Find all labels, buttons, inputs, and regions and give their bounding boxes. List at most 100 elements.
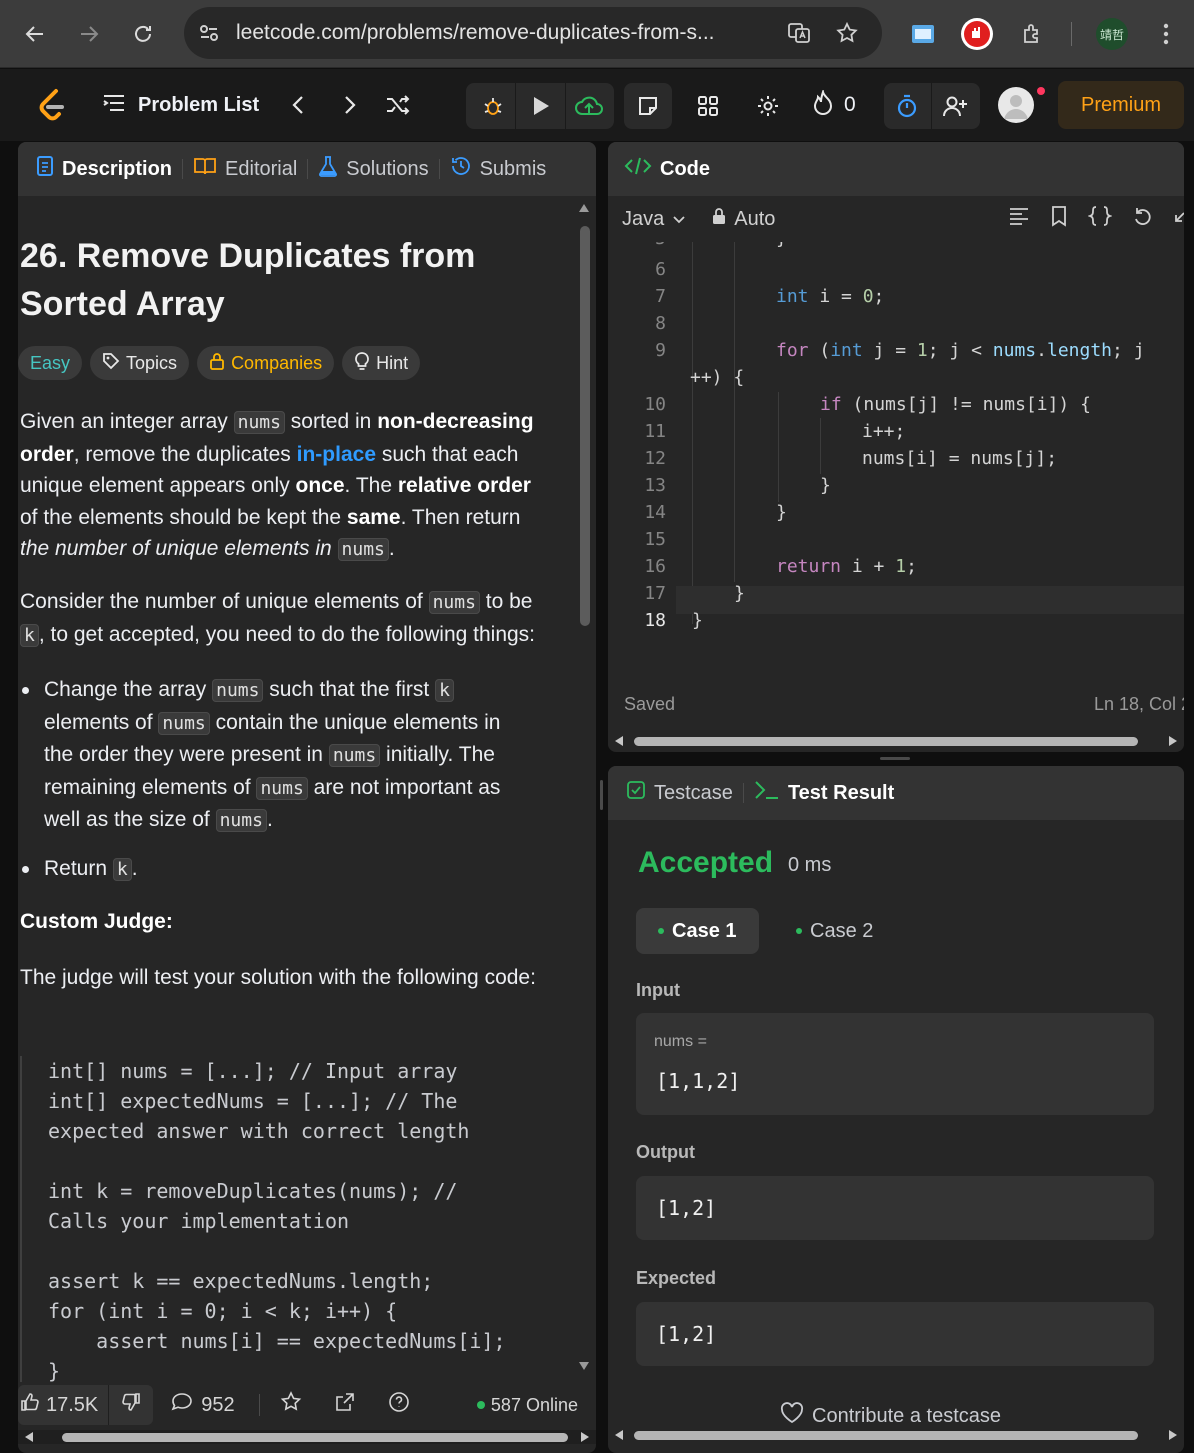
- format-icon[interactable]: [1008, 206, 1030, 232]
- comments-count: 952: [201, 1393, 235, 1416]
- language-select[interactable]: Java: [622, 208, 686, 231]
- extensions-puzzle-icon[interactable]: [1013, 14, 1053, 54]
- translate-icon[interactable]: [782, 16, 816, 50]
- line-number: 11: [644, 421, 666, 442]
- site-settings-icon[interactable]: [192, 16, 226, 50]
- list-icon: [102, 93, 126, 118]
- code-line: return i + 1;: [776, 556, 917, 577]
- hint-label: Hint: [376, 352, 409, 373]
- expand-icon[interactable]: [1174, 205, 1184, 233]
- like-button[interactable]: 17.5K: [18, 1385, 109, 1425]
- timer-group: [884, 83, 980, 129]
- checkbox-icon: [626, 780, 646, 806]
- address-bar[interactable]: leetcode.com/problems/remove-duplicates-…: [184, 7, 882, 59]
- tab-code[interactable]: Code: [608, 142, 720, 196]
- timer-icon[interactable]: [884, 83, 930, 129]
- braces-icon[interactable]: [1087, 205, 1113, 233]
- case-2-tab[interactable]: Case 2: [774, 908, 895, 954]
- tab-solutions[interactable]: Solutions: [308, 142, 438, 196]
- tab-description[interactable]: Description: [18, 142, 182, 196]
- case-1-tab[interactable]: Case 1: [636, 908, 759, 954]
- companies-chip[interactable]: Companies: [197, 346, 335, 380]
- forward-icon[interactable]: [69, 14, 109, 54]
- companies-label: Companies: [231, 352, 323, 373]
- editor-hscrollbar[interactable]: [608, 734, 1184, 748]
- notes-group: [624, 83, 672, 129]
- code-line: }: [820, 475, 831, 496]
- judge-intro: The judge will test your solution with t…: [20, 966, 536, 989]
- topics-chip[interactable]: Topics: [90, 346, 190, 380]
- problem-title: 26. Remove Duplicates from Sorted Array: [20, 232, 540, 328]
- problem-tags: Easy Topics Companies Hint: [18, 346, 421, 380]
- favorite-star-icon[interactable]: [280, 1391, 302, 1419]
- help-icon[interactable]: [388, 1391, 410, 1419]
- reload-icon[interactable]: [123, 14, 163, 54]
- in-place-link[interactable]: in-place: [297, 443, 376, 466]
- user-avatar[interactable]: [998, 87, 1034, 123]
- adblock-icon[interactable]: [957, 14, 997, 54]
- prev-problem-icon[interactable]: [284, 91, 312, 119]
- url-text[interactable]: leetcode.com/problems/remove-duplicates-…: [236, 21, 776, 45]
- add-collaborator-icon[interactable]: [932, 83, 978, 129]
- tab-editorial-label: Editorial: [225, 157, 298, 180]
- hint-chip[interactable]: Hint: [342, 346, 421, 380]
- browser-toolbar: leetcode.com/problems/remove-duplicates-…: [0, 0, 1194, 68]
- more-menu-icon[interactable]: [1146, 14, 1186, 54]
- layout-grid-icon[interactable]: [694, 93, 722, 119]
- line-number: 6: [655, 259, 666, 280]
- difficulty-badge[interactable]: Easy: [18, 346, 83, 380]
- panel-resize-handle[interactable]: [880, 757, 910, 760]
- dislike-button[interactable]: [109, 1385, 154, 1425]
- code-line: nums[i] = nums[j];: [862, 448, 1058, 469]
- code-line: }: [734, 583, 745, 604]
- contribute-testcase-link[interactable]: Contribute a testcase: [780, 1402, 1001, 1430]
- case-1-label: Case 1: [672, 919, 737, 942]
- code-line: }: [776, 502, 787, 523]
- bookmark-icon[interactable]: [1050, 205, 1068, 233]
- back-icon[interactable]: [15, 14, 55, 54]
- profile-avatar[interactable]: 靖哲: [1096, 18, 1128, 50]
- share-icon[interactable]: [334, 1391, 356, 1419]
- settings-gear-icon[interactable]: [754, 93, 782, 119]
- run-icon[interactable]: [518, 83, 564, 129]
- scrollbar-thumb[interactable]: [580, 226, 590, 626]
- next-problem-icon[interactable]: [336, 91, 364, 119]
- description-paragraph-1: Given an integer array nums sorted in no…: [20, 410, 534, 561]
- runtime: 0 ms: [788, 854, 832, 876]
- reset-icon[interactable]: [1132, 205, 1154, 233]
- document-icon: [36, 155, 54, 183]
- lightbulb-icon: [354, 351, 370, 376]
- bookmark-star-icon[interactable]: [830, 16, 864, 50]
- toolbar-divider: [1071, 22, 1072, 46]
- scrollbar-thumb[interactable]: [634, 1431, 1138, 1440]
- tab-submissions[interactable]: Submis: [440, 142, 557, 196]
- streak-counter[interactable]: 0: [812, 87, 856, 119]
- code-panel: Code Java Auto 5 6 7 8 9 10 11: [608, 142, 1184, 752]
- submit-cloud-icon[interactable]: [566, 83, 612, 129]
- problem-list-button[interactable]: Problem List: [102, 91, 259, 119]
- note-icon[interactable]: [624, 83, 672, 129]
- output-box: [1,2]: [636, 1176, 1154, 1240]
- streak-count: 0: [844, 93, 856, 116]
- judge-code-block: int[] nums = [...]; // Input array int[]…: [20, 1056, 560, 1382]
- auto-mode-toggle[interactable]: Auto: [712, 207, 775, 231]
- line-number: 13: [644, 475, 666, 496]
- debug-icon[interactable]: [470, 83, 516, 129]
- shuffle-icon[interactable]: [384, 91, 412, 119]
- result-hscrollbar[interactable]: [608, 1428, 1184, 1442]
- code-editor[interactable]: 5 6 7 8 9 10 11 12 13 14 15 16 17 18 } i…: [608, 242, 1184, 682]
- comments-button[interactable]: 952: [171, 1392, 235, 1418]
- panel-vertical-resize-handle[interactable]: [600, 780, 603, 810]
- tab-editorial[interactable]: Editorial: [183, 142, 307, 196]
- extension-screenshot-icon[interactable]: [903, 14, 943, 54]
- leetcode-logo-icon[interactable]: [34, 85, 68, 125]
- scrollbar-thumb[interactable]: [634, 737, 1138, 746]
- scrollbar-thumb[interactable]: [62, 1433, 568, 1442]
- description-scrollbar[interactable]: [578, 202, 590, 1372]
- tab-test-result[interactable]: Test Result: [744, 766, 904, 820]
- tab-testcase[interactable]: Testcase: [608, 766, 743, 820]
- save-status: Saved: [624, 694, 676, 714]
- pass-dot: [658, 928, 664, 934]
- premium-button[interactable]: Premium: [1058, 81, 1184, 129]
- description-hscrollbar[interactable]: [18, 1430, 596, 1444]
